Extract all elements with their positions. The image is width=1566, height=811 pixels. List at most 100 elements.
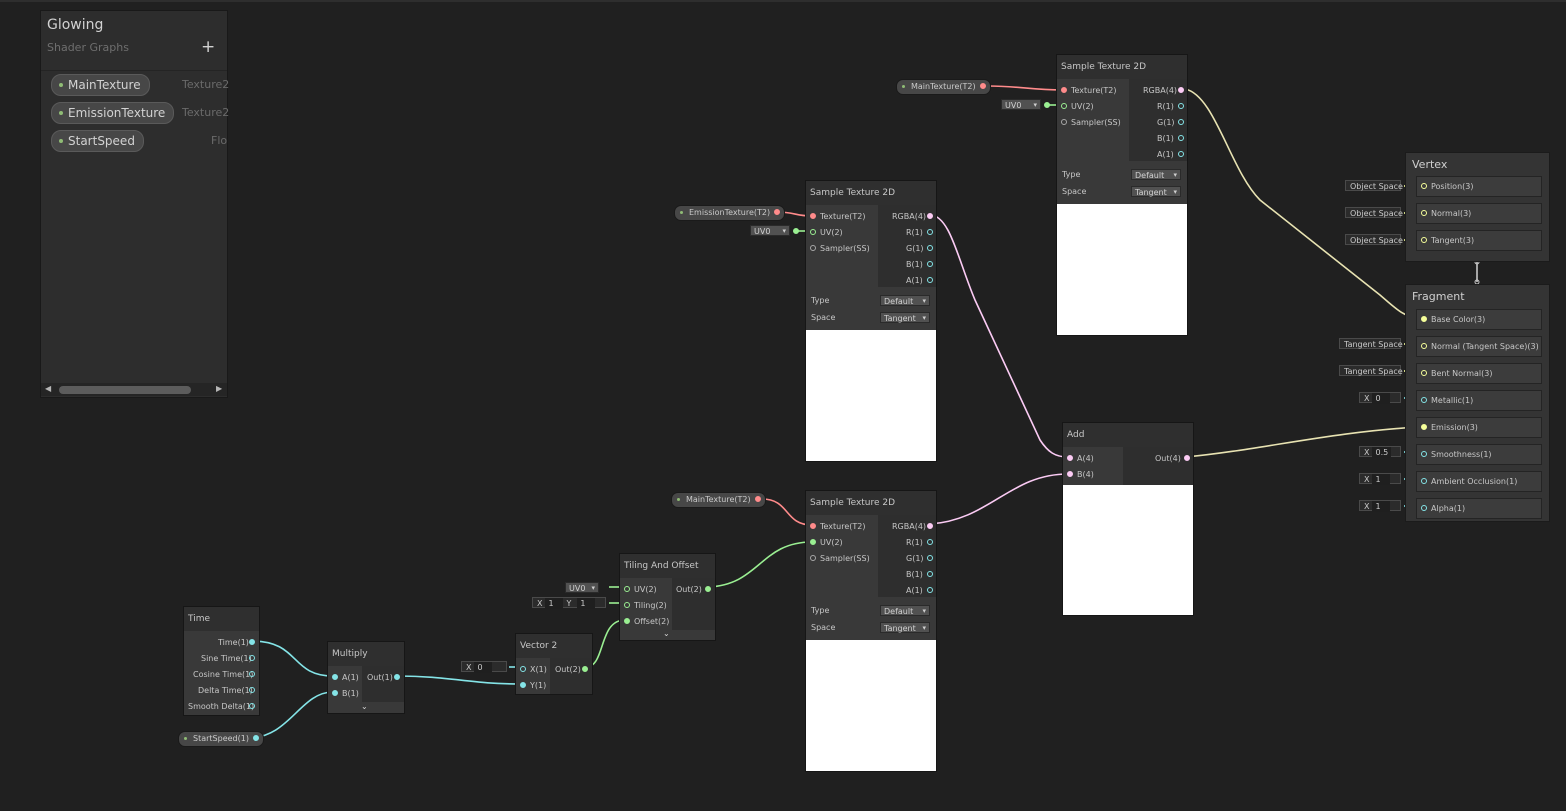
x-input-port[interactable] (520, 666, 526, 672)
smoothness-input[interactable]: X 0.5 (1359, 446, 1401, 458)
property-pill-emissiontexture[interactable]: EmissionTexture (51, 102, 175, 124)
block-smoothness[interactable]: Smoothness(1) (1416, 444, 1542, 465)
property-pill-startspeed[interactable]: StartSpeed (51, 130, 144, 152)
block-normal[interactable]: Normal(3) (1416, 203, 1542, 224)
g-output-port[interactable] (927, 555, 933, 561)
out-output-port[interactable] (1184, 455, 1190, 461)
tiling-input[interactable]: X1Y1 (532, 597, 606, 609)
tiling-and-offset-node[interactable]: Tiling And Offset UV(2) Tiling(2) Offset… (619, 553, 716, 641)
time-node[interactable]: Time Time(1) Sine Time(1) Cosine Time(1)… (183, 606, 260, 716)
b-input-port[interactable] (332, 690, 338, 696)
tiling-uv-dropdown[interactable]: UV0 (565, 582, 599, 594)
b-output-port[interactable] (927, 261, 933, 267)
metallic-input[interactable]: X0 (1359, 392, 1401, 404)
metallic-input-port[interactable] (1421, 397, 1427, 403)
position-input-port[interactable] (1421, 183, 1427, 189)
property-node-maintexture-bottom[interactable]: MainTexture(T2) (671, 492, 766, 508)
block-normal-tangent[interactable]: Normal (Tangent Space)(3) (1416, 336, 1542, 357)
block-emission[interactable]: Emission(3) (1416, 417, 1542, 438)
uv-dropdown-top[interactable]: UV0 (1001, 99, 1041, 111)
tiling-input-port[interactable] (624, 602, 630, 608)
uv-input-port[interactable] (810, 229, 816, 235)
add-node[interactable]: Add A(4) B(4) Out(4) (1062, 422, 1194, 616)
emission-input-port[interactable] (1421, 424, 1427, 430)
uv-input-port[interactable] (810, 539, 816, 545)
a-output-port[interactable] (1178, 151, 1184, 157)
sample-texture-node-top[interactable]: Sample Texture 2D Texture(T2) UV(2) Samp… (1056, 54, 1188, 336)
rgba-output-port[interactable] (927, 523, 933, 529)
vector2-x-input[interactable]: X0 (461, 661, 507, 673)
space-dropdown[interactable]: Tangent (1131, 186, 1181, 198)
r-output-port[interactable] (1178, 103, 1184, 109)
uv-dropdown-mid[interactable]: UV0 (750, 225, 790, 237)
bent-normal-space-input[interactable]: Tangent Space (1339, 365, 1403, 376)
alpha-input-port[interactable] (1421, 505, 1427, 511)
block-metallic[interactable]: Metallic(1) (1416, 390, 1542, 411)
horizontal-scrollbar[interactable]: ◀ ▶ (41, 383, 227, 396)
bent-normal-input-port[interactable] (1421, 370, 1427, 376)
b-output-port[interactable] (1178, 135, 1184, 141)
tiling-x-field[interactable]: 1 (545, 598, 564, 609)
r-output-port[interactable] (927, 229, 933, 235)
offset-input-port[interactable] (624, 618, 630, 624)
g-output-port[interactable] (927, 245, 933, 251)
chevron-down-icon[interactable]: ⌄ (663, 629, 670, 638)
x-value-field[interactable]: 0 (474, 662, 493, 673)
ambient-occlusion-input[interactable]: X1 (1359, 473, 1401, 485)
block-tangent[interactable]: Tangent(3) (1416, 230, 1542, 251)
space-dropdown[interactable]: Tangent (880, 622, 930, 634)
value-field[interactable]: 1 (1372, 474, 1391, 485)
y-input-port[interactable] (520, 682, 526, 688)
a-output-port[interactable] (927, 587, 933, 593)
normal-space-input[interactable]: Tangent Space (1339, 338, 1403, 349)
uv-input-port[interactable] (624, 586, 630, 592)
value-field[interactable]: 1 (1372, 501, 1391, 512)
block-position[interactable]: Position(3) (1416, 176, 1542, 197)
delta-time-output-port[interactable] (249, 687, 255, 693)
sampler-input-port[interactable] (1061, 119, 1067, 125)
sampler-input-port[interactable] (810, 555, 816, 561)
tangent-space-input[interactable]: Object Space (1345, 234, 1403, 245)
normal-input-port[interactable] (1421, 210, 1427, 216)
texture-input-port[interactable] (1061, 87, 1067, 93)
tiling-y-field[interactable]: 1 (577, 598, 596, 609)
base-color-input-port[interactable] (1421, 316, 1427, 322)
a-input-port[interactable] (1067, 455, 1073, 461)
property-node-maintexture-top[interactable]: MainTexture(T2) (896, 79, 991, 95)
a-input-port[interactable] (332, 674, 338, 680)
scrollbar-thumb[interactable] (59, 386, 191, 394)
type-dropdown[interactable]: Default (880, 295, 930, 307)
ambient-occlusion-input-port[interactable] (1421, 478, 1427, 484)
type-dropdown[interactable]: Default (880, 605, 930, 617)
position-space-input[interactable]: Object Space (1345, 180, 1403, 191)
smoothness-input-port[interactable] (1421, 451, 1427, 457)
vertex-context[interactable]: Vertex Position(3) Normal(3) Tangent(3) (1405, 152, 1550, 262)
arrow-right-icon[interactable]: ▶ (216, 384, 222, 393)
property-node-startspeed[interactable]: StartSpeed(1) (178, 731, 264, 747)
out-output-port[interactable] (394, 674, 400, 680)
property-pill-maintexture[interactable]: MainTexture (51, 74, 150, 96)
vector2-node[interactable]: Vector 2 X(1) Y(1) Out(2) (515, 633, 593, 695)
block-base-color[interactable]: Base Color(3) (1416, 309, 1542, 330)
normal-input-port[interactable] (1421, 343, 1427, 349)
rgba-output-port[interactable] (1178, 87, 1184, 93)
texture-input-port[interactable] (810, 523, 816, 529)
normal-space-input[interactable]: Object Space (1345, 207, 1403, 218)
output-port[interactable] (754, 496, 761, 502)
out-output-port[interactable] (582, 666, 588, 672)
value-field[interactable]: 0.5 (1372, 447, 1392, 458)
multiply-node[interactable]: Multiply A(1) B(1) Out(1) ⌄ (327, 641, 405, 714)
sampler-input-port[interactable] (810, 245, 816, 251)
block-bent-normal[interactable]: Bent Normal(3) (1416, 363, 1542, 384)
out-output-port[interactable] (705, 586, 711, 592)
b-output-port[interactable] (927, 571, 933, 577)
cosine-time-output-port[interactable] (249, 671, 255, 677)
type-dropdown[interactable]: Default (1131, 169, 1181, 181)
output-port[interactable] (774, 209, 781, 215)
r-output-port[interactable] (927, 539, 933, 545)
value-field[interactable]: 0 (1372, 393, 1391, 404)
g-output-port[interactable] (1178, 119, 1184, 125)
property-node-emissiontexture[interactable]: EmissionTexture(T2) (674, 205, 786, 221)
chevron-down-icon[interactable]: ⌄ (361, 702, 368, 711)
sample-texture-node-bottom[interactable]: Sample Texture 2D Texture(T2) UV(2) Samp… (805, 490, 937, 772)
